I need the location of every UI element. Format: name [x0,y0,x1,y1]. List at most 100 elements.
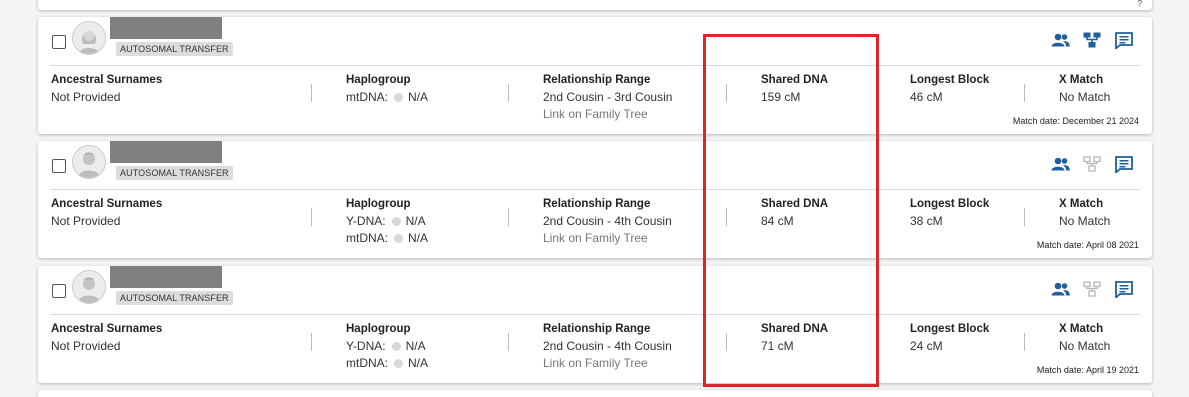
female-avatar-icon [73,22,105,54]
mtdna-label: mtDNA: [346,231,388,245]
match-date: Match date: December 21 2024 [1012,116,1139,126]
autosomal-transfer-badge: AUTOSOMAL TRANSFER [116,291,233,305]
longest-block-value: 46 cM [910,90,943,104]
select-match-checkbox[interactable] [52,284,66,298]
relationship-column: Relationship Range 2nd Cousin - 3rd Cous… [543,74,672,122]
relationship-value: 2nd Cousin - 3rd Cousin [543,90,673,104]
match-card: AUTOSOMAL TRANSFER Ancestral Surnames No… [38,141,1152,258]
in-common-with-icon[interactable] [1050,280,1070,298]
shared-dna-value[interactable]: 84 cM [761,213,828,230]
family-tree-link[interactable]: Link on Family Tree [543,106,672,122]
longest-block-value: 24 cM [910,339,943,353]
longest-block-column: Longest Block 38 cM [910,198,989,230]
column-separator [311,208,312,226]
haplogroup-label: Haplogroup [346,323,411,335]
match-actions [1050,155,1134,173]
select-match-checkbox[interactable] [52,35,66,49]
match-actions [1050,31,1134,49]
surnames-label: Ancestral Surnames [51,198,163,210]
relationship-column: Relationship Range 2nd Cousin - 4th Cous… [543,323,672,371]
member-name-redacted[interactable] [110,141,222,163]
shared-dna-column: Shared DNA 159 cM [761,74,828,106]
match-actions [1050,280,1134,298]
surnames-label: Ancestral Surnames [51,74,163,86]
male-avatar-icon [73,146,105,178]
x-match-value: No Match [1059,339,1111,353]
ydna-label: Y-DNA: [346,214,386,228]
shared-dna-label: Shared DNA [761,323,829,335]
select-match-checkbox[interactable] [52,159,66,173]
family-tree-link[interactable]: Link on Family Tree [543,230,672,246]
mtdna-row: mtDNA: N/A [346,355,428,372]
ydna-row: Y-DNA: N/A [346,213,428,230]
longest-block-value: 38 cM [910,214,943,228]
in-common-with-icon[interactable] [1050,31,1070,49]
mtdna-row: mtDNA: N/A [346,230,428,247]
x-match-column: X Match No Match [1059,198,1110,230]
haplogroup-label: Haplogroup [346,74,411,86]
longest-block-label: Longest Block [910,198,990,210]
card-divider [50,314,1140,315]
family-tree-link[interactable]: Link on Family Tree [543,355,672,371]
male-avatar-icon [73,271,105,303]
in-common-with-icon[interactable] [1050,155,1070,173]
card-divider [50,65,1140,66]
column-separator [1024,208,1025,226]
haplogroup-label: Haplogroup [346,198,411,210]
column-separator [726,84,727,102]
surnames-column: Ancestral Surnames Not Provided [51,323,162,355]
relationship-column: Relationship Range 2nd Cousin - 4th Cous… [543,198,672,246]
column-separator [508,208,509,226]
x-match-label: X Match [1059,323,1104,335]
member-name-redacted[interactable] [110,17,222,39]
match-list: ? AUTOSOMAL TRANSFER Ancestral Surnames … [0,0,1189,397]
haplogroup-status-icon [391,217,401,226]
notes-icon[interactable] [1114,31,1134,49]
shared-dna-label: Shared DNA [761,198,829,210]
ydna-value: N/A [405,214,426,228]
surnames-label: Ancestral Surnames [51,323,163,335]
mtdna-value: N/A [408,356,429,370]
longest-block-column: Longest Block 46 cM [910,74,989,106]
column-separator [726,208,727,226]
relationship-label: Relationship Range [543,323,651,335]
notes-icon[interactable] [1114,155,1134,173]
relationship-label: Relationship Range [543,74,651,86]
shared-dna-value[interactable]: 159 cM [761,89,828,106]
notes-icon[interactable] [1114,280,1134,298]
haplogroup-status-icon [391,342,401,351]
x-match-label: X Match [1059,198,1104,210]
x-match-value: No Match [1059,214,1111,228]
match-date: Match date: April 08 2021 [1036,240,1139,250]
longest-block-label: Longest Block [910,323,990,335]
mtdna-value: N/A [408,231,429,245]
avatar [72,21,106,55]
member-name-redacted[interactable] [110,266,222,288]
surnames-value: Not Provided [51,90,121,104]
family-tree-icon[interactable] [1082,31,1102,49]
shared-dna-value[interactable]: 71 cM [761,338,828,355]
haplogroup-status-icon [394,359,403,368]
column-separator [726,333,727,351]
shared-dna-column: Shared DNA 71 cM [761,323,828,355]
column-separator [508,333,509,351]
mtdna-value: N/A [408,90,429,104]
relationship-value: 2nd Cousin - 4th Cousin [543,214,672,228]
x-match-label: X Match [1059,74,1104,86]
surnames-value: Not Provided [51,214,121,228]
card-divider [50,189,1140,190]
surnames-column: Ancestral Surnames Not Provided [51,198,162,230]
longest-block-column: Longest Block 24 cM [910,323,989,355]
haplogroup-status-icon [394,93,403,102]
match-card: AUTOSOMAL TRANSFER Ancestral Surnames No… [38,266,1152,383]
match-card-partial-top: ? [38,0,1152,10]
autosomal-transfer-badge: AUTOSOMAL TRANSFER [116,42,233,56]
longest-block-label: Longest Block [910,74,990,86]
column-separator [311,333,312,351]
ydna-value: N/A [405,339,426,353]
match-date: Match date: April 19 2021 [1036,365,1139,375]
relationship-value: 2nd Cousin - 4th Cousin [543,339,672,353]
autosomal-transfer-badge: AUTOSOMAL TRANSFER [116,166,233,180]
x-match-value: No Match [1059,90,1111,104]
ydna-label: Y-DNA: [346,339,386,353]
